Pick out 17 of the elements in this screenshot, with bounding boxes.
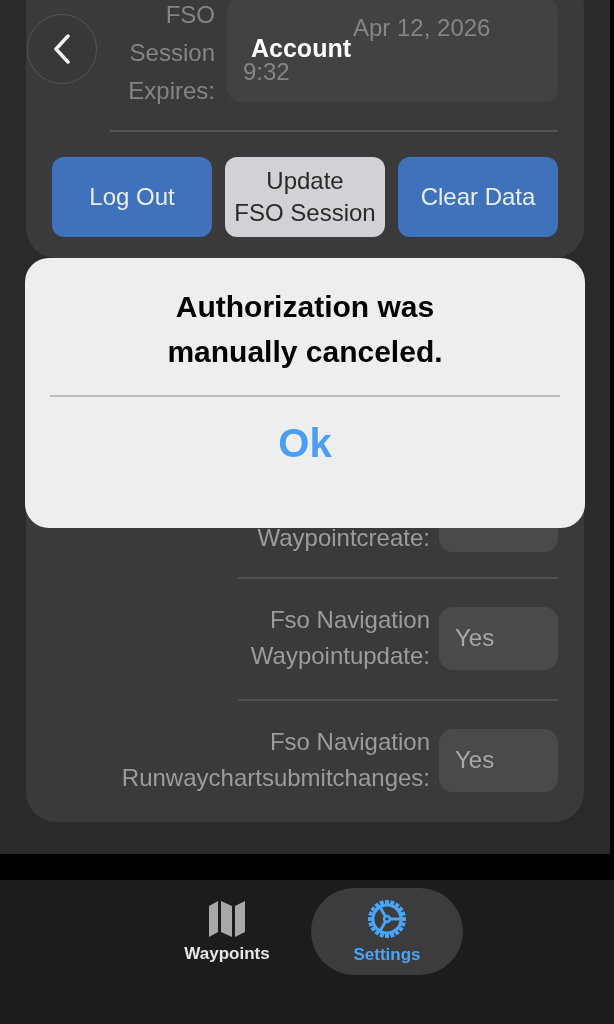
tab-item[interactable]: Waypoints [151, 888, 303, 975]
permission-label: Fso Navigation Runwaychartsubmitchanges: [121, 727, 430, 793]
map-icon [207, 899, 247, 938]
ok-button[interactable]: Ok [270, 417, 340, 469]
action-button[interactable]: Update FSO Session [225, 157, 385, 237]
alert-message: Authorization was manually canceled. [167, 289, 443, 370]
back-chevron-icon [53, 34, 71, 64]
action-button[interactable]: Log Out [52, 157, 212, 237]
page-title: Account [251, 33, 351, 63]
permission-label: Fso Navigation Waypointupdate: [250, 605, 430, 671]
tab-item[interactable]: Settings [311, 888, 463, 975]
permission-value-field: Yes [439, 728, 558, 792]
session-expiry-label: FSO Session Expires: [127, 0, 215, 106]
gear-icon [367, 898, 407, 939]
action-button[interactable]: Clear Data [398, 157, 558, 237]
permission-label: Waypointcreate: [257, 523, 430, 553]
permission-value-field: Yes [439, 606, 558, 670]
